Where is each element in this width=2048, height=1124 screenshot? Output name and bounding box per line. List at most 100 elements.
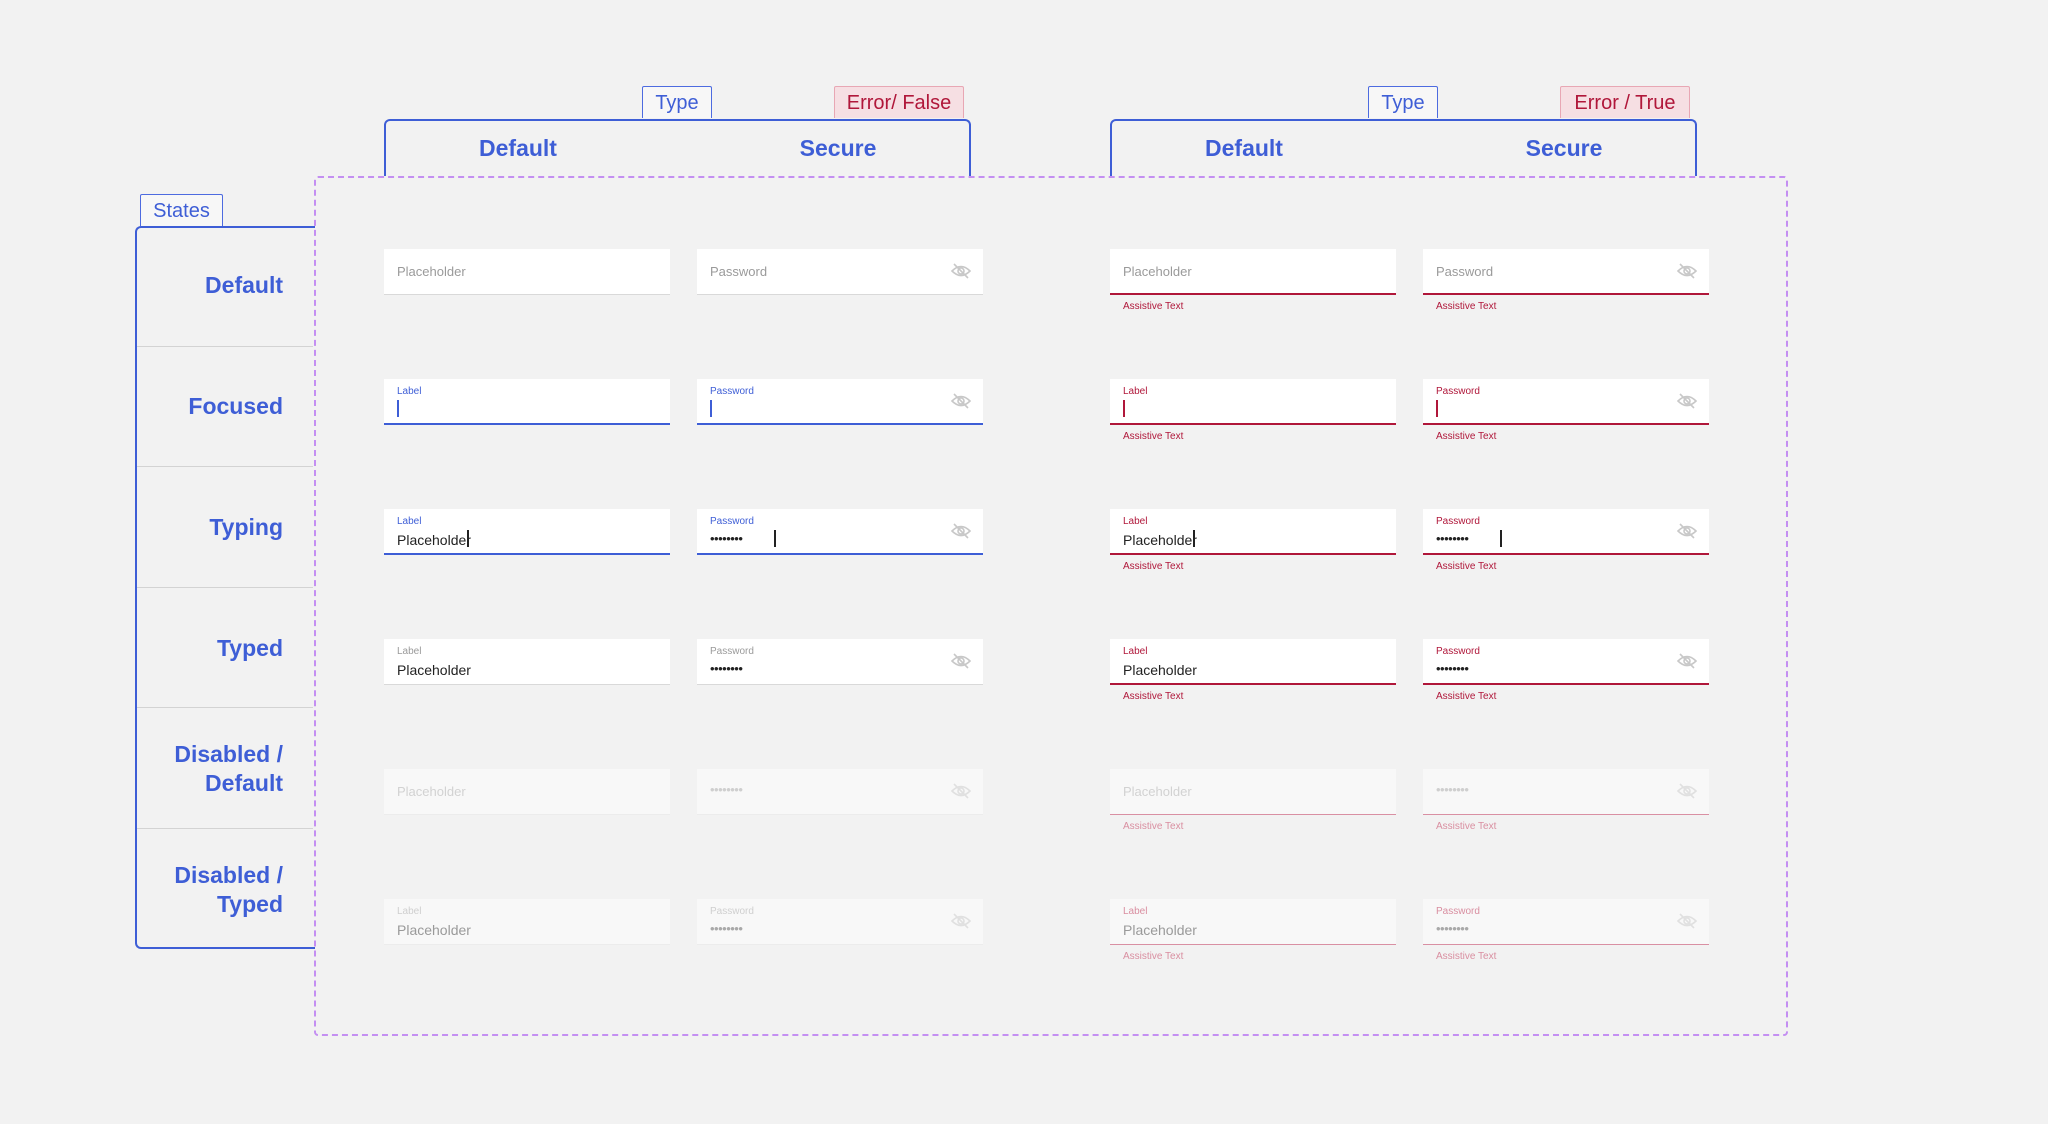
row-divider xyxy=(137,466,313,467)
field-label: Password xyxy=(710,516,754,527)
field-placeholder: Placeholder xyxy=(1123,784,1192,799)
field-placeholder: Placeholder xyxy=(397,784,466,799)
text-field-typed[interactable]: Label Placeholder xyxy=(384,639,670,685)
field-label: Password xyxy=(1436,646,1480,657)
field-value: Placeholder xyxy=(1123,922,1197,938)
eye-off-icon[interactable] xyxy=(1677,393,1697,409)
eye-off-icon[interactable] xyxy=(951,263,971,279)
eye-off-icon[interactable] xyxy=(1677,653,1697,669)
secure-field-default[interactable]: Password xyxy=(697,249,983,295)
field-label: Password xyxy=(710,646,754,657)
field-value: Placeholder xyxy=(1123,662,1197,678)
row-label-typing: Typing xyxy=(209,514,283,540)
field-value: Placeholder xyxy=(1123,532,1197,548)
row-label-disabled-typed: Disabled / Typed xyxy=(137,861,283,919)
column-header-error-true: Default Secure xyxy=(1110,119,1697,176)
field-placeholder: •••••••• xyxy=(710,782,743,797)
eye-off-icon[interactable] xyxy=(951,653,971,669)
eye-off-icon xyxy=(1677,783,1697,799)
error-true-tag: Error / True xyxy=(1560,86,1690,118)
row-divider xyxy=(137,587,313,588)
eye-off-icon xyxy=(951,913,971,929)
error-false-tag: Error/ False xyxy=(834,86,964,118)
field-label: Label xyxy=(1123,646,1148,657)
field-value: Placeholder xyxy=(397,662,471,678)
field-value: •••••••• xyxy=(710,921,743,936)
secure-field-typing[interactable]: Password •••••••• xyxy=(697,509,983,555)
text-field-error-disabled-default: Placeholder xyxy=(1110,769,1396,815)
secure-field-error-default[interactable]: Password xyxy=(1423,249,1709,295)
row-label-line: Default xyxy=(205,770,283,796)
type-tag-error-false: Type xyxy=(642,86,712,118)
assistive-text: Assistive Text xyxy=(1123,951,1184,962)
assistive-text: Assistive Text xyxy=(1123,691,1184,702)
field-value: •••••••• xyxy=(1436,531,1469,546)
field-value: •••••••• xyxy=(1436,661,1469,676)
text-field-error-typing[interactable]: Label Placeholder xyxy=(1110,509,1396,555)
secure-field-error-typed[interactable]: Password •••••••• xyxy=(1423,639,1709,685)
text-field-focused[interactable]: Label xyxy=(384,379,670,425)
field-value: Placeholder xyxy=(397,922,471,938)
eye-off-icon[interactable] xyxy=(951,523,971,539)
assistive-text: Assistive Text xyxy=(1436,821,1497,832)
field-label: Password xyxy=(1436,906,1480,917)
eye-off-icon[interactable] xyxy=(1677,263,1697,279)
eye-off-icon[interactable] xyxy=(951,393,971,409)
secure-field-typed[interactable]: Password •••••••• xyxy=(697,639,983,685)
field-value: Placeholder xyxy=(397,532,471,548)
text-field-error-typed[interactable]: Label Placeholder xyxy=(1110,639,1396,685)
eye-off-icon[interactable] xyxy=(1677,523,1697,539)
secure-field-error-typing[interactable]: Password •••••••• xyxy=(1423,509,1709,555)
text-field-typing[interactable]: Label Placeholder xyxy=(384,509,670,555)
text-field-error-focused[interactable]: Label xyxy=(1110,379,1396,425)
field-value: •••••••• xyxy=(710,531,743,546)
secure-field-disabled-typed: Password •••••••• xyxy=(697,899,983,945)
eye-off-icon xyxy=(951,783,971,799)
assistive-text: Assistive Text xyxy=(1123,301,1184,312)
text-field-default[interactable]: Placeholder xyxy=(384,249,670,295)
field-value: •••••••• xyxy=(710,661,743,676)
row-label-disabled-default: Disabled / Default xyxy=(137,740,283,798)
text-field-error-disabled-typed: Label Placeholder xyxy=(1110,899,1396,945)
field-label: Password xyxy=(1436,386,1480,397)
text-caret xyxy=(467,530,469,547)
row-label-default: Default xyxy=(205,272,283,298)
column-header-error-false: Default Secure xyxy=(384,119,971,176)
assistive-text: Assistive Text xyxy=(1436,301,1497,312)
field-label: Label xyxy=(397,906,422,917)
secure-field-error-focused[interactable]: Password xyxy=(1423,379,1709,425)
text-caret xyxy=(1123,400,1125,417)
secure-field-error-disabled-default: •••••••• xyxy=(1423,769,1709,815)
column-label-default: Default xyxy=(1205,135,1283,161)
secure-field-focused[interactable]: Password xyxy=(697,379,983,425)
field-label: Password xyxy=(710,386,754,397)
states-tag: States xyxy=(140,194,223,226)
field-label: Label xyxy=(1123,386,1148,397)
column-label-secure: Secure xyxy=(1525,135,1603,161)
field-label: Label xyxy=(1123,516,1148,527)
row-label-line: Typed xyxy=(216,891,283,917)
text-field-error-default[interactable]: Placeholder xyxy=(1110,249,1396,295)
text-field-disabled-typed: Label Placeholder xyxy=(384,899,670,945)
assistive-text: Assistive Text xyxy=(1436,951,1497,962)
field-label: Label xyxy=(1123,906,1148,917)
text-caret xyxy=(1500,530,1502,547)
field-value: •••••••• xyxy=(1436,921,1469,936)
assistive-text: Assistive Text xyxy=(1123,561,1184,572)
text-field-disabled-default: Placeholder xyxy=(384,769,670,815)
field-placeholder: •••••••• xyxy=(1436,782,1469,797)
text-caret xyxy=(397,400,399,417)
column-label-default: Default xyxy=(479,135,557,161)
field-label: Password xyxy=(710,906,754,917)
text-caret xyxy=(710,400,712,417)
row-label-typed: Typed xyxy=(216,635,283,661)
text-caret xyxy=(1193,530,1195,547)
field-label: Label xyxy=(397,386,422,397)
assistive-text: Assistive Text xyxy=(1123,821,1184,832)
row-divider xyxy=(137,707,313,708)
field-label: Label xyxy=(397,516,422,527)
row-label-line: Disabled / xyxy=(174,741,283,767)
field-placeholder: Password xyxy=(710,264,768,279)
column-label-secure: Secure xyxy=(799,135,877,161)
secure-field-disabled-default: •••••••• xyxy=(697,769,983,815)
